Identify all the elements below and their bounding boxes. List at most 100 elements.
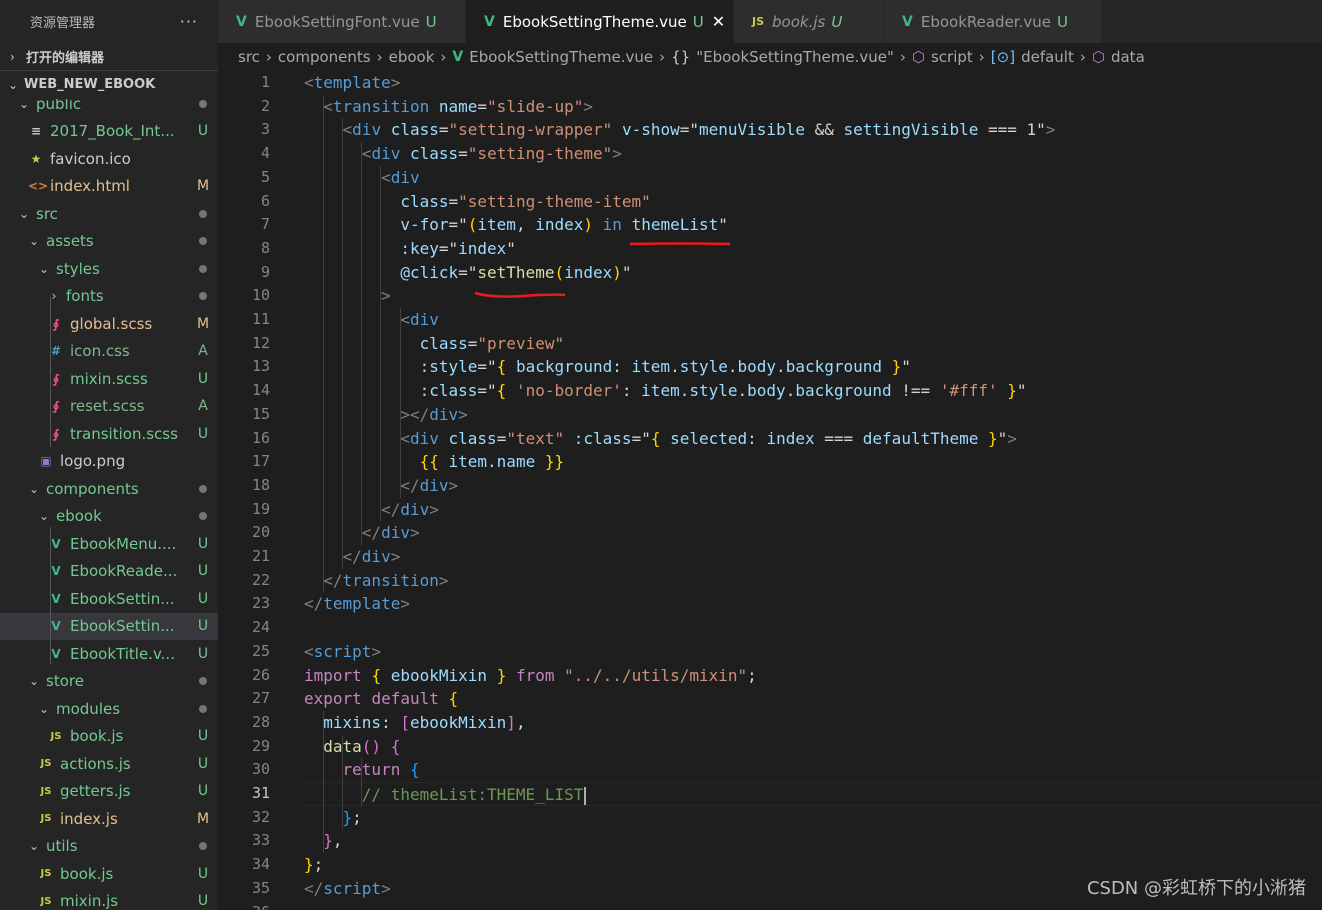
code-line[interactable]: ></div> — [304, 403, 1322, 427]
git-status-badge: U — [197, 893, 209, 910]
code-token: . — [670, 357, 680, 377]
code-line[interactable]: <div class="setting-theme"> — [304, 142, 1322, 166]
breadcrumb-item[interactable]: ⬡ script — [912, 48, 973, 66]
tree-item-file[interactable]: V EbookReade... U — [0, 558, 218, 586]
code-token: : — [381, 712, 401, 732]
tree-item-folder[interactable]: ⌄ components — [0, 475, 218, 503]
editor-tab[interactable]: V EbookReader.vue U — [884, 0, 1102, 43]
code-line[interactable]: }, — [304, 829, 1322, 853]
project-section[interactable]: ⌄ WEB_NEW_EBOOK — [0, 70, 218, 98]
tree-item-file[interactable]: JS book.js U — [0, 860, 218, 888]
tree-item-folder[interactable]: ⌄ utils — [0, 833, 218, 861]
tree-item-folder[interactable]: ⌄ src — [0, 200, 218, 228]
code-token: < — [400, 428, 410, 448]
tree-item-file[interactable]: ★ favicon.ico — [0, 145, 218, 173]
tree-item-folder[interactable]: › fonts — [0, 283, 218, 311]
editor-tab[interactable]: JS book.js U — [734, 0, 884, 43]
code-line[interactable]: @click="setTheme(index)" — [304, 261, 1322, 285]
breadcrumb-item[interactable]: V EbookSettingTheme.vue — [452, 48, 653, 66]
explorer-sidebar: 资源管理器 ··· › 打开的编辑器 ⌄ WEB_NEW_EBOOK ⌄ publ… — [0, 0, 218, 910]
code-line[interactable]: <transition name="slide-up"> — [304, 95, 1322, 119]
breadcrumb-item[interactable]: ⬡ data — [1092, 48, 1145, 66]
code-line[interactable]: :key="index" — [304, 237, 1322, 261]
tree-item-file[interactable]: ≡ 2017_Book_Int... U — [0, 118, 218, 146]
code-line[interactable]: <div class="text" :class="{ selected: in… — [304, 427, 1322, 451]
tree-item-file[interactable]: JS mixin.js U — [0, 888, 218, 910]
code-token: name — [496, 452, 536, 472]
editor-tab[interactable]: V EbookSettingTheme.vue U ✕ — [466, 0, 734, 43]
code-line[interactable]: > — [304, 284, 1322, 308]
code-line[interactable]: :style="{ background: item.style.body.ba… — [304, 355, 1322, 379]
code-line[interactable]: data() { — [304, 735, 1322, 759]
code-line[interactable]: <script> — [304, 640, 1322, 664]
code-line[interactable]: <template> — [304, 71, 1322, 95]
code-token: . — [679, 381, 690, 401]
tree-item-file[interactable]: ∮ reset.scss A — [0, 393, 218, 421]
code-line[interactable]: import { ebookMixin } from "../../utils/… — [304, 664, 1322, 688]
code-token: {{ — [419, 452, 439, 472]
breadcrumb-item[interactable]: {} "EbookSettingTheme.vue" — [671, 48, 894, 66]
git-status-badge — [188, 481, 218, 497]
open-editors-section[interactable]: › 打开的编辑器 — [0, 43, 218, 70]
tree-item-label: reset.scss — [70, 397, 145, 416]
more-actions-icon[interactable]: ··· — [180, 12, 198, 31]
breadcrumb-item[interactable]: src — [238, 48, 260, 66]
tree-item-folder[interactable]: ⌄ public — [0, 99, 218, 118]
code-line[interactable]: </template> — [304, 592, 1322, 616]
code-token: " — [997, 428, 1008, 448]
code-line[interactable]: </div> — [304, 545, 1322, 569]
breadcrumb-item[interactable]: [⊙] default — [991, 48, 1074, 66]
git-status-badge: M — [196, 810, 210, 827]
code-token: index — [535, 215, 584, 235]
code-line[interactable]: <div — [304, 166, 1322, 190]
tree-item-file[interactable]: # icon.css A — [0, 338, 218, 366]
code-token: transition — [332, 96, 430, 116]
code-line[interactable]: class="setting-theme-item" — [304, 190, 1322, 214]
tree-item-file[interactable]: JS actions.js U — [0, 750, 218, 778]
code-line[interactable] — [304, 901, 1322, 910]
breadcrumb-item[interactable]: ebook — [389, 48, 435, 66]
code-line[interactable]: </div> — [304, 474, 1322, 498]
code-line[interactable]: return { — [304, 758, 1322, 782]
code-line[interactable]: {{ item.name }} — [304, 450, 1322, 474]
tree-item-file[interactable]: JS index.js M — [0, 805, 218, 833]
code-line[interactable]: </div> — [304, 498, 1322, 522]
tree-item-file[interactable]: V EbookSettin... U — [0, 612, 218, 640]
code-line[interactable]: <div class="setting-wrapper" v-show="men… — [304, 118, 1322, 142]
code-line[interactable]: </transition> — [304, 569, 1322, 593]
code-line[interactable]: v-for="(item, index) in themeList" — [304, 213, 1322, 237]
tree-item-folder[interactable]: ⌄ assets — [0, 228, 218, 256]
code-line[interactable]: }; — [304, 806, 1322, 830]
tree-item-folder[interactable]: ⌄ modules — [0, 695, 218, 723]
tree-item-file[interactable]: ∮ global.scss M — [0, 310, 218, 338]
tree-item-file[interactable]: V EbookTitle.v... U — [0, 640, 218, 668]
tree-item-file[interactable]: <> index.html M — [0, 173, 218, 201]
editor-tab[interactable]: V EbookSettingFont.vue U — [218, 0, 466, 43]
tree-item-file[interactable]: V EbookSettin... U — [0, 585, 218, 613]
braces-icon: {} — [671, 48, 691, 66]
code-line[interactable]: </div> — [304, 521, 1322, 545]
code-line[interactable]: class="preview" — [304, 332, 1322, 356]
code-line[interactable]: :class="{ 'no-border': item.style.body.b… — [304, 379, 1322, 403]
tree-item-file[interactable]: V EbookMenu.... U — [0, 530, 218, 558]
tree-item-file[interactable]: ∮ transition.scss U — [0, 420, 218, 448]
tree-item-folder[interactable]: ⌄ styles — [0, 255, 218, 283]
code-line[interactable]: export default { — [304, 687, 1322, 711]
tree-item-folder[interactable]: ⌄ store — [0, 668, 218, 696]
code-line[interactable] — [304, 616, 1322, 640]
code-line[interactable]: // themeList:THEME_LIST — [304, 782, 1322, 806]
code-token: </ — [342, 547, 362, 566]
code-line[interactable]: <div — [304, 308, 1322, 332]
breadcrumb-item[interactable]: components — [278, 48, 371, 66]
code-line[interactable]: mixins: [ebookMixin], — [304, 711, 1322, 735]
code-token: . — [776, 357, 786, 377]
close-icon[interactable]: ✕ — [712, 12, 725, 31]
tree-item-file[interactable]: JS book.js U — [0, 723, 218, 751]
tree-item-file[interactable]: ▣ logo.png — [0, 448, 218, 476]
tree-item-file[interactable]: JS getters.js U — [0, 778, 218, 806]
tree-item-folder[interactable]: ⌄ ebook — [0, 503, 218, 531]
code-editor[interactable]: 1 2 3 4 5 6 7 8 9 10 11 12 13 14 15 16 17 18 19 20 21 22 23 24 2… — [218, 71, 1322, 910]
tree-item-file[interactable]: ∮ mixin.scss U — [0, 365, 218, 393]
